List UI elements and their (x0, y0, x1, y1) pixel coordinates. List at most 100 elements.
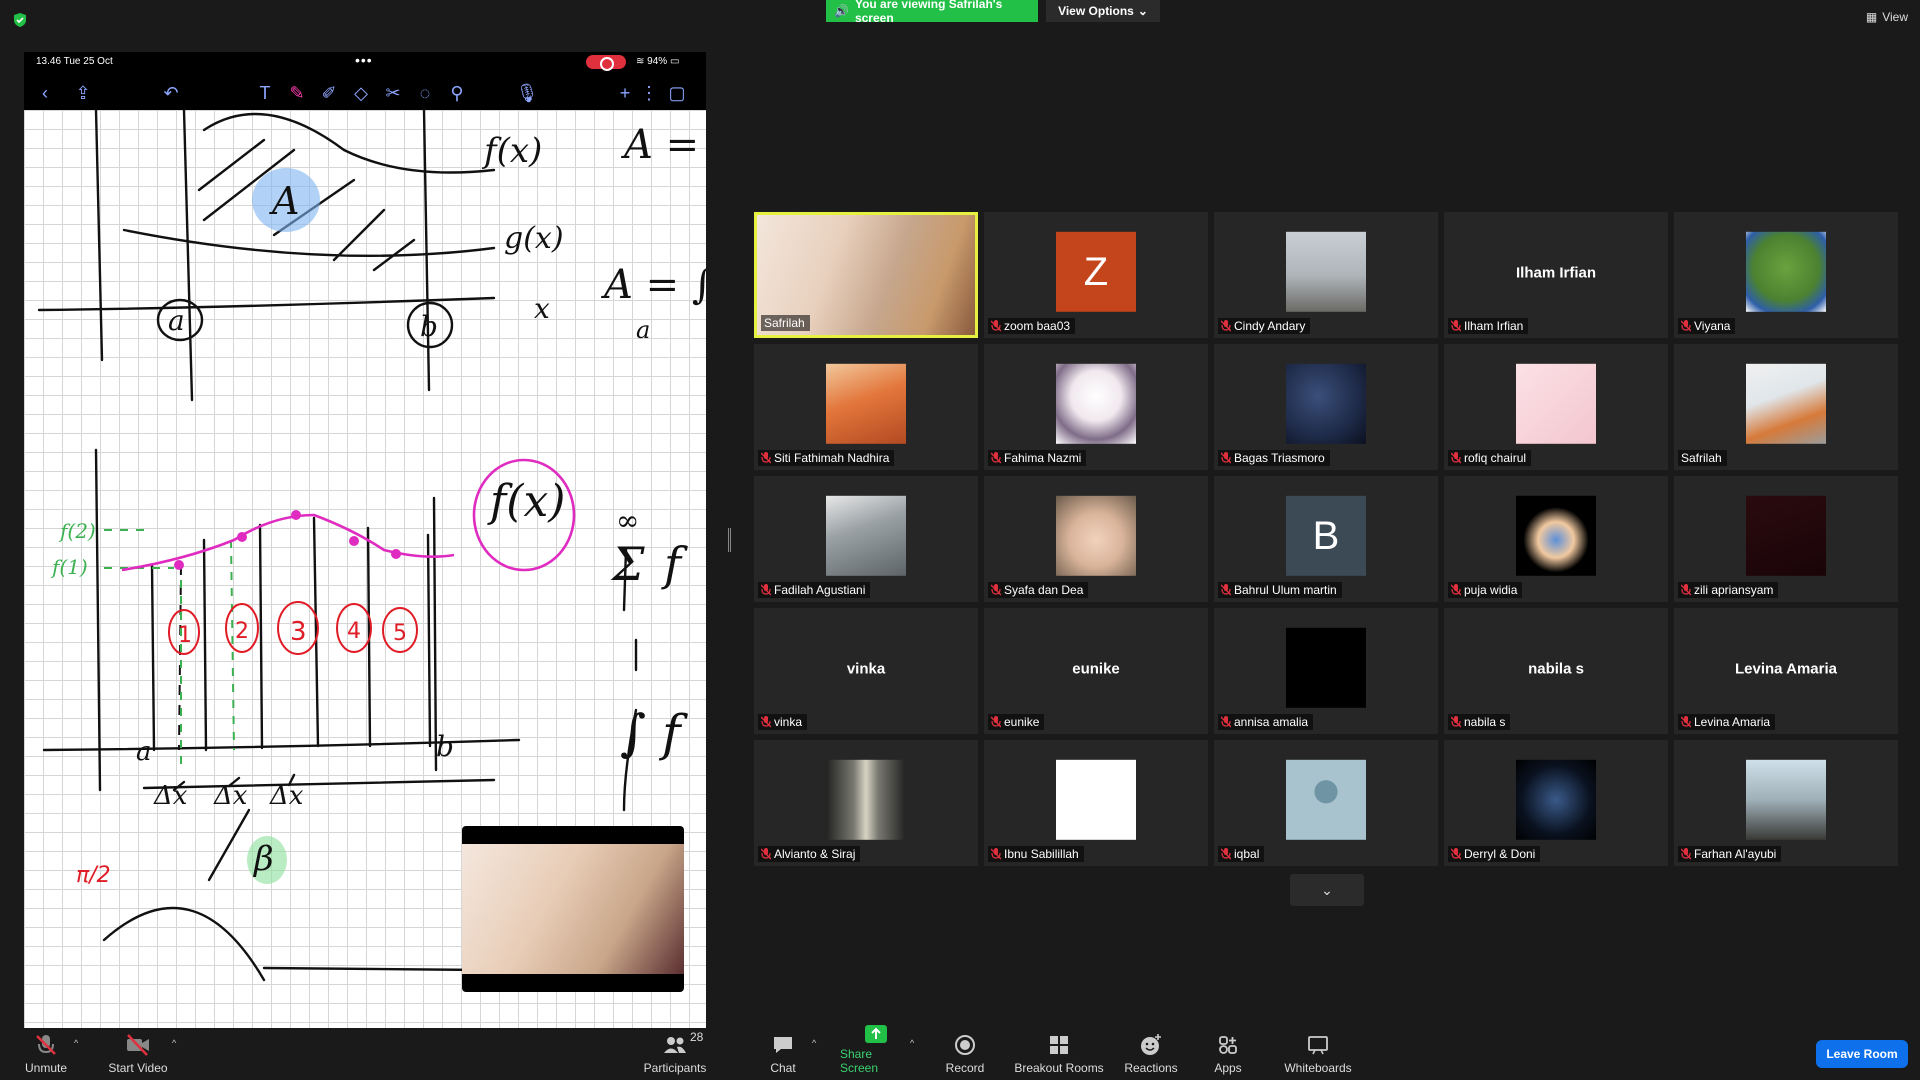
pages-icon[interactable]: ▢ (666, 82, 688, 104)
participant-name-label: vinka (758, 714, 808, 730)
add-page-icon[interactable]: + (614, 82, 636, 104)
participant-name-label: Siti Fathimah Nadhira (758, 450, 895, 466)
participant-tile[interactable]: B Bahrul Ulum martin (1214, 476, 1438, 602)
participant-tile[interactable]: Viyana (1674, 212, 1898, 338)
participant-tile[interactable]: Zzoom baa03 (984, 212, 1208, 338)
chat-options-caret[interactable]: ^ (812, 1038, 816, 1048)
participant-tile[interactable]: Derryl & Doni (1444, 740, 1668, 866)
participant-tile[interactable]: Fahima Nazmi (984, 344, 1208, 470)
presenter-video-frame (462, 844, 684, 974)
pen-tool-icon[interactable]: ✎ (286, 82, 308, 104)
participant-tile[interactable]: rofiq chairul (1444, 344, 1668, 470)
apps-button[interactable]: Apps (1210, 1028, 1246, 1080)
participant-display-name: nabila s (1528, 660, 1584, 678)
participant-tile[interactable]: Levina Amaria Levina Amaria (1674, 608, 1898, 734)
participant-name: Cindy Andary (1234, 319, 1306, 333)
participant-tile[interactable]: Bagas Triasmoro (1214, 344, 1438, 470)
gallery-next-page-button[interactable]: ⌄ (1290, 874, 1364, 906)
record-icon (954, 1032, 976, 1058)
view-button[interactable]: ▦ View (1866, 10, 1908, 24)
share-icon[interactable]: ⇪ (72, 82, 94, 104)
view-label: View (1882, 10, 1908, 24)
share-screen-label: Share Screen (840, 1047, 879, 1075)
participant-name: Safrilah (1681, 451, 1722, 465)
participant-tile[interactable]: zili apriansyam (1674, 476, 1898, 602)
participant-name: Ilham Irfian (1464, 319, 1524, 333)
label-area-A: A (269, 179, 299, 223)
participant-avatar (1286, 627, 1366, 708)
back-icon[interactable]: ‹ (34, 82, 56, 104)
microphone-muted-icon (1220, 320, 1232, 332)
participant-name-label: Safrilah (761, 315, 810, 331)
reactions-label: Reactions (1124, 1061, 1178, 1075)
participant-avatar: Z (1056, 231, 1136, 312)
participant-tile[interactable]: Ibnu Sabilillah (984, 740, 1208, 866)
participant-avatar (1286, 231, 1366, 312)
share-screen-button[interactable]: Share Screen (840, 1025, 912, 1080)
text-tool-icon[interactable]: T (254, 82, 276, 104)
participant-tile[interactable]: annisa amalia (1214, 608, 1438, 734)
participant-tile[interactable]: Farhan Al'ayubi (1674, 740, 1898, 866)
chat-button[interactable]: Chat (768, 1028, 798, 1080)
presenter-pip-video[interactable] (462, 826, 684, 992)
share-options-caret[interactable]: ^ (910, 1038, 914, 1048)
participant-name-label: Ilham Irfian (1448, 318, 1529, 334)
participant-tile[interactable]: Syafa dan Dea (984, 476, 1208, 602)
highlighter-icon[interactable]: ✐ (318, 82, 340, 104)
participant-avatar (1516, 759, 1596, 840)
participant-tile[interactable]: Alvianto & Siraj (754, 740, 978, 866)
participant-tile[interactable]: Safrilah (754, 212, 978, 338)
breakout-rooms-button[interactable]: Breakout Rooms (1014, 1028, 1104, 1080)
participant-tile[interactable]: Ilham Irfian Ilham Irfian (1444, 212, 1668, 338)
participant-name-label: puja widia (1448, 582, 1523, 598)
battery-icon: ▭ (669, 56, 680, 67)
participant-tile[interactable]: Fadilah Agustiani (754, 476, 978, 602)
participant-tile[interactable]: iqbal (1214, 740, 1438, 866)
eraser-icon[interactable]: ◇ (350, 82, 372, 104)
more-icon[interactable]: ⋮ (638, 82, 660, 104)
participant-tile[interactable]: nabila s nabila s (1444, 608, 1668, 734)
participant-name: Derryl & Doni (1464, 847, 1536, 861)
participant-tile[interactable]: vinka vinka (754, 608, 978, 734)
participant-name-label: Syafa dan Dea (988, 582, 1089, 598)
lasso-icon[interactable]: ✂ (382, 82, 404, 104)
undo-icon[interactable]: ↶ (160, 82, 182, 104)
view-options-button[interactable]: View Options ⌄ (1046, 0, 1160, 22)
label-strip-4: 4 (347, 619, 361, 644)
shapes-icon[interactable]: ◌ (414, 82, 436, 104)
record-button[interactable]: Record (940, 1028, 990, 1080)
label-x-axis: x (534, 292, 550, 325)
audio-options-caret[interactable]: ^ (74, 1038, 78, 1048)
reactions-button[interactable]: Reactions (1124, 1028, 1178, 1080)
shared-screen[interactable]: 13.46 Tue 25 Oct ••• ≋ 94% ▭ ‹ ⇪ ↶ T ✎ ✐… (24, 52, 706, 1028)
label-sum-f: f (661, 537, 688, 591)
split-resize-handle[interactable] (728, 528, 731, 552)
chat-icon (772, 1032, 794, 1058)
participant-name-label: Safrilah (1678, 450, 1727, 466)
unmute-button[interactable]: Unmute (20, 1028, 72, 1080)
participant-tile[interactable]: Cindy Andary (1214, 212, 1438, 338)
microphone-muted-icon (1680, 716, 1692, 728)
participant-name: Bahrul Ulum martin (1234, 583, 1337, 597)
start-video-button[interactable]: Start Video (106, 1028, 170, 1080)
participant-name-label: annisa amalia (1218, 714, 1314, 730)
security-shield-icon[interactable] (12, 12, 28, 28)
participant-name-label: eunike (988, 714, 1045, 730)
video-options-caret[interactable]: ^ (172, 1038, 176, 1048)
participant-name: annisa amalia (1234, 715, 1309, 729)
microphone-muted-icon (1450, 716, 1462, 728)
participant-tile[interactable]: eunike eunike (984, 608, 1208, 734)
participant-tile[interactable]: Safrilah (1674, 344, 1898, 470)
leave-room-button[interactable]: Leave Room (1816, 1040, 1908, 1068)
label-sigma: Σ (610, 537, 645, 591)
chevron-down-icon: ⌄ (1137, 4, 1148, 18)
participant-tile[interactable]: Siti Fathimah Nadhira (754, 344, 978, 470)
laser-icon[interactable]: ⚲ (446, 82, 468, 104)
participant-name: Fahima Nazmi (1004, 451, 1082, 465)
whiteboards-button[interactable]: Whiteboards (1282, 1028, 1354, 1080)
whiteboard-icon (1306, 1032, 1330, 1058)
label-strip-5: 5 (393, 621, 407, 646)
label-beta: β (252, 839, 274, 879)
microphone-icon[interactable]: 🎙 (516, 82, 539, 104)
participant-tile[interactable]: puja widia (1444, 476, 1668, 602)
